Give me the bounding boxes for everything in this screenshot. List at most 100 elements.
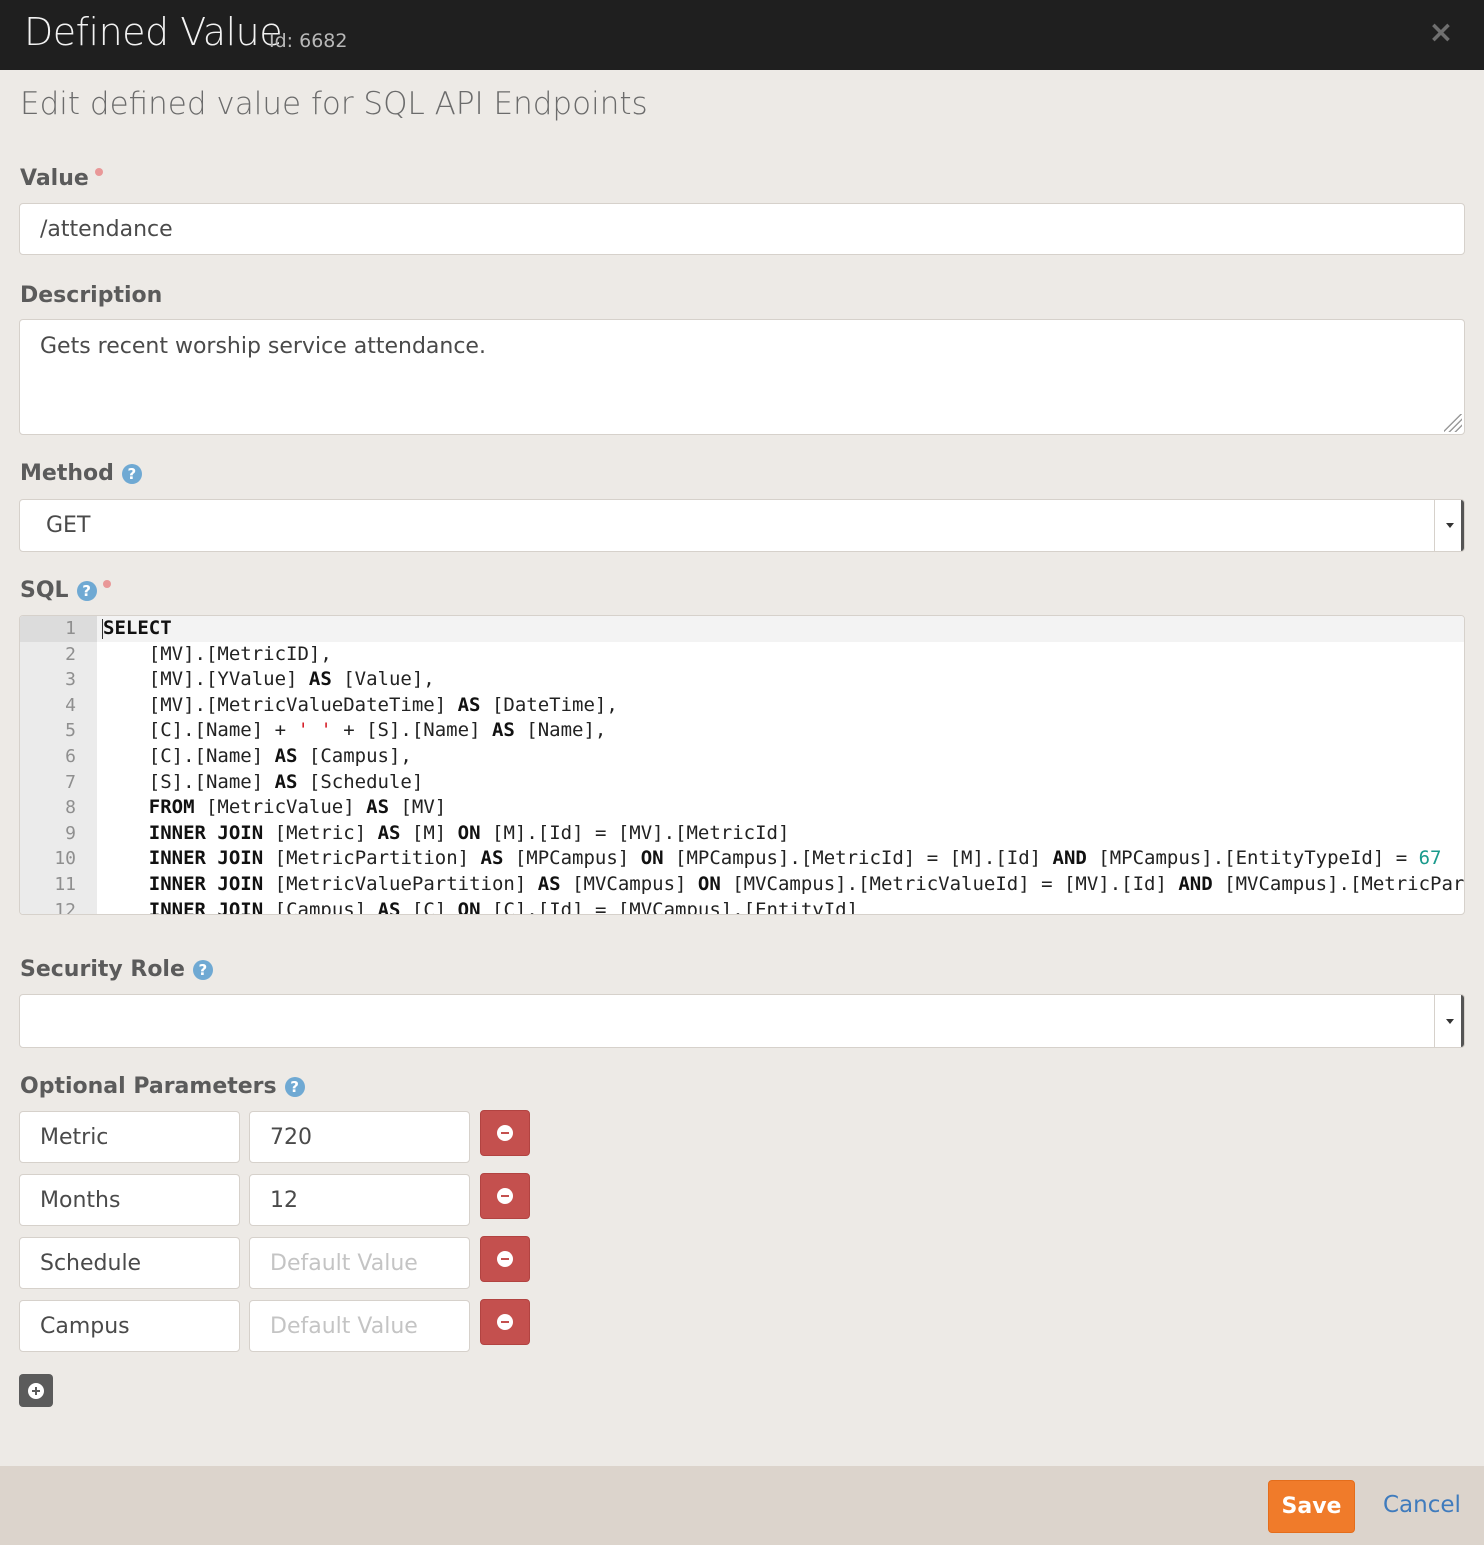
plus-circle-icon: [28, 1382, 44, 1399]
param-key-text: Schedule: [40, 1250, 142, 1276]
description-label: Description: [20, 283, 162, 308]
method-label: Method ?: [20, 461, 142, 486]
minus-circle-icon: [497, 1188, 513, 1204]
param-key-text: Campus: [40, 1313, 130, 1339]
add-parameter-button[interactable]: [19, 1374, 53, 1407]
code-line: 7 [S].[Name] AS [Schedule]: [20, 770, 1464, 796]
code-line: 4 [MV].[MetricValueDateTime] AS [DateTim…: [20, 693, 1464, 719]
code-text: [MV].[MetricID],: [103, 642, 332, 665]
minus-circle-icon: [497, 1125, 513, 1141]
param-value-input[interactable]: 720: [249, 1111, 470, 1163]
remove-parameter-button[interactable]: [480, 1236, 530, 1282]
method-selected-value: GET: [46, 513, 91, 538]
code-line: 6 [C].[Name] AS [Campus],: [20, 744, 1464, 770]
code-line: 5 [C].[Name] + ' ' + [S].[Name] AS [Name…: [20, 718, 1464, 744]
description-textarea-text: Gets recent worship service attendance.: [40, 334, 486, 359]
chevron-down-icon[interactable]: [1434, 995, 1464, 1047]
param-value-input[interactable]: Default Value: [249, 1300, 470, 1352]
help-icon[interactable]: ?: [192, 959, 213, 980]
value-input[interactable]: /attendance: [19, 203, 1465, 255]
param-key-input[interactable]: Campus: [19, 1300, 240, 1352]
code-text: [S].[Name] AS [Schedule]: [103, 770, 424, 793]
code-text: INNER JOIN [Campus] AS [C] ON [C].[Id] =…: [148, 898, 859, 915]
required-dot-icon: [102, 579, 111, 588]
save-button[interactable]: Save: [1268, 1480, 1355, 1533]
modal-title: Defined Value: [24, 10, 283, 54]
sql-label: SQL ?: [20, 578, 111, 603]
page-subtitle: Edit defined value for SQL API Endpoints: [20, 86, 648, 122]
value-input-text: /attendance: [40, 216, 173, 242]
param-key-input[interactable]: Months: [19, 1174, 240, 1226]
line-number: 11: [54, 873, 76, 895]
code-line: 8 FROM [MetricValue] AS [MV]: [20, 795, 1464, 821]
description-textarea[interactable]: Gets recent worship service attendance.: [19, 319, 1465, 435]
help-icon[interactable]: ?: [76, 580, 97, 601]
code-line: 10 INNER JOIN [MetricPartition] AS [MPCa…: [20, 846, 1464, 872]
param-key-input[interactable]: Metric: [19, 1111, 240, 1163]
code-line: 9 INNER JOIN [Metric] AS [M] ON [M].[Id]…: [20, 821, 1464, 847]
param-key-text: Months: [40, 1187, 121, 1213]
text-cursor: [102, 619, 103, 639]
optional-parameters-label-text: Optional Parameters: [20, 1074, 277, 1099]
remove-parameter-button[interactable]: [480, 1173, 530, 1219]
param-value-input[interactable]: 12: [249, 1174, 470, 1226]
param-key-input[interactable]: Schedule: [19, 1237, 240, 1289]
code-text: [C].[Name] + ' ' + [S].[Name] AS [Name],: [103, 719, 607, 742]
param-value-input[interactable]: Default Value: [249, 1237, 470, 1289]
resize-handle-icon[interactable]: [1444, 414, 1462, 432]
remove-parameter-button[interactable]: [480, 1299, 530, 1345]
code-lines: 1 SELECT 2 [MV].[MetricID], 3 [MV].[YValue]…: [20, 616, 1464, 915]
value-label: Value: [20, 166, 103, 191]
method-label-text: Method: [20, 461, 114, 486]
code-text: FROM [MetricValue] AS [MV]: [148, 796, 447, 819]
code-line: 12 INNER JOIN [Campus] AS [C] ON [C].[Id…: [20, 898, 1464, 915]
code-line: 2 [MV].[MetricID],: [20, 642, 1464, 668]
help-icon[interactable]: ?: [121, 463, 142, 484]
line-number: 2: [65, 643, 76, 665]
optional-parameters-label: Optional Parameters ?: [20, 1074, 305, 1099]
code-text: [MV].[YValue] AS [Value],: [103, 668, 435, 691]
minus-circle-icon: [497, 1251, 513, 1267]
line-number: 12: [54, 899, 76, 915]
param-value-text: 12: [270, 1187, 298, 1213]
line-number: 9: [65, 822, 76, 844]
line-number: 8: [65, 797, 76, 819]
code-text: [C].[Name] AS [Campus],: [103, 744, 412, 767]
required-dot-icon: [94, 167, 103, 176]
line-number: 6: [65, 745, 76, 767]
security-role-select[interactable]: [19, 994, 1465, 1048]
line-number: 3: [65, 669, 76, 691]
code-text: INNER JOIN [Metric] AS [M] ON [M].[Id] =…: [148, 821, 790, 844]
param-value-placeholder: Default Value: [270, 1313, 418, 1339]
modal-footer: Save Cancel: [0, 1466, 1484, 1545]
line-number: 7: [65, 771, 76, 793]
code-text: INNER JOIN [MetricValuePartition] AS [MV…: [148, 872, 1464, 895]
line-number: 4: [65, 694, 76, 716]
id-label: Id: 6682: [269, 30, 348, 52]
sql-label-text: SQL: [20, 578, 69, 603]
line-number: 10: [54, 848, 76, 870]
code-text: INNER JOIN [MetricPartition] AS [MPCampu…: [148, 847, 1442, 870]
security-role-label-text: Security Role: [20, 957, 185, 982]
help-icon[interactable]: ?: [284, 1076, 305, 1097]
chevron-down-icon[interactable]: [1434, 500, 1464, 551]
param-value-placeholder: Default Value: [270, 1250, 418, 1276]
line-number: 1: [20, 616, 97, 642]
code-line: 11 INNER JOIN [MetricValuePartition] AS …: [20, 872, 1464, 898]
security-role-label: Security Role ?: [20, 957, 213, 982]
modal-header: Defined Value Id: 6682 ×: [0, 0, 1484, 70]
minus-circle-icon: [497, 1314, 513, 1330]
sql-code-editor[interactable]: 1 SELECT 2 [MV].[MetricID], 3 [MV].[YValue]…: [19, 615, 1465, 915]
value-label-text: Value: [20, 166, 89, 191]
code-text: [MV].[MetricValueDateTime] AS [DateTime]…: [103, 693, 618, 716]
close-icon[interactable]: ×: [1428, 18, 1454, 48]
cancel-link[interactable]: Cancel: [1383, 1492, 1461, 1518]
param-key-text: Metric: [40, 1124, 109, 1150]
remove-parameter-button[interactable]: [480, 1110, 530, 1156]
code-text: SELECT: [103, 617, 172, 639]
code-line: 1 SELECT: [20, 616, 1464, 642]
line-number: 5: [65, 720, 76, 742]
code-line: 3 [MV].[YValue] AS [Value],: [20, 667, 1464, 693]
description-label-text: Description: [20, 283, 163, 308]
method-select[interactable]: GET: [19, 499, 1465, 552]
